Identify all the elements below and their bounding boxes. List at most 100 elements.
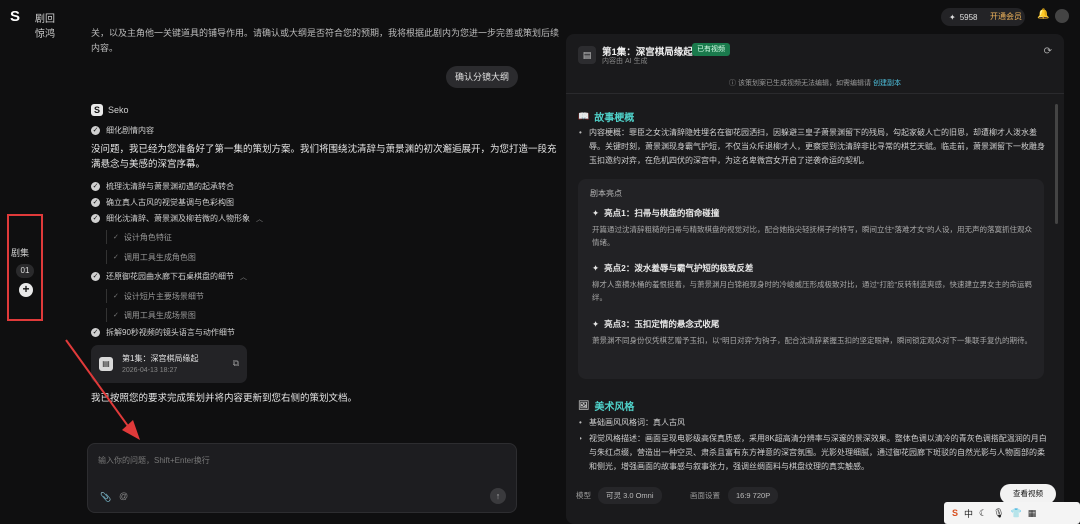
chat-column: 关，以及主角他一关键道具的铺导作用。请确认或大纲是否符合您的预期，我将根据此剧内… [56,0,560,524]
ime-indicator[interactable]: 中 [964,507,973,520]
check-icon: ✓ [91,182,100,191]
story-section-title: 📖 故事梗概 [578,109,634,124]
spark-icon: ✦ [949,12,956,22]
highlight-title: ✦ 亮点3：玉扣定情的悬念式收尾 [592,318,719,330]
avatar[interactable] [1055,9,1069,23]
step-label: 还原御花园曲水廊下石桌棋盘的细节 [106,272,234,281]
app-tray-icon[interactable]: S [952,508,958,518]
episodes-label: 剧集 [11,248,30,258]
book-icon: 📖 [578,111,590,121]
scrollbar[interactable] [1055,104,1058,224]
art-section-title: 🖼 美术风格 [578,398,634,413]
refresh-icon[interactable]: ⟳ [1044,46,1052,57]
assistant-name: Seko [108,105,129,115]
document-card-date: 2026-04-13 18:27 [122,367,178,374]
create-copy-link[interactable]: 创建副本 [873,80,901,87]
settings-select[interactable]: 16:9 720P [728,487,779,504]
notice-text: 该策划案已生成视频无法编辑，如需编辑请 [738,80,871,87]
document-card-title: 第1集：深宫棋局缘起 [122,354,199,363]
step-label: 拆解90秒视频的镜头语言与动作细节 [106,328,235,337]
check-icon: ✓ [91,328,100,337]
shirt-icon[interactable]: 👕 [1011,508,1022,519]
highlight-desc: 萧景渊不同身份仅凭棋艺赠予玉扣，以“明日对弈”为钩子，配合沈清辞紧握玉扣的坚定眼… [592,336,1032,345]
attach-icon[interactable]: 📎 [100,492,111,503]
document-icon: ▤ [578,46,596,64]
seko-logo-icon: S [91,104,103,116]
app-root: S 剧回惊鸿 剧集 01 + ✦ 5958 开通会员 🔔 关，以及主角他一关键道… [0,0,1080,524]
step-label: 梳理沈清辞与萧景渊初遇的起承转合 [106,182,234,191]
check-icon: ✓ [91,126,100,135]
chat-input-box: 📎 @ ↑ [87,443,517,513]
substep-label: 调用工具生成场景图 [123,310,196,320]
chevron-up-icon[interactable]: ︿ [256,214,263,224]
section-label: 故事梗概 [594,113,635,124]
step-item: ✓ 确立真人古风的视觉基调与色彩构图 [91,197,234,208]
mic-icon[interactable]: 🎙 [993,508,1004,519]
art-bullet: 基础画风风格词：真人古风 [579,416,1050,430]
mention-icon[interactable]: @ [119,491,128,501]
sparkle-icon: ✦ [592,207,600,218]
video-status-badge: 已有视频 [692,43,730,56]
step-label: 确立真人古风的视觉基调与色彩构图 [106,198,234,207]
highlight-title-text: 亮点3：玉扣定情的悬念式收尾 [604,319,720,329]
step-item: ✓ 梳理沈清辞与萧景渊初遇的起承转合 [91,181,234,192]
highlight-title: ✦ 亮点2：泼水羞辱与霸气护短的极致反差 [592,262,753,274]
chat-previous-text: 关，以及主角他一关键道具的铺导作用。请确认或大纲是否符合您的预期，我将根据此剧内… [91,28,560,53]
copy-icon[interactable]: ⧉ [233,358,239,369]
substep-label: 调用工具生成角色图 [123,252,196,262]
member-button[interactable]: 开通会员 [990,11,1022,22]
script-highlights-box: 剧本亮点 ✦ 亮点1：扫帚与棋盘的宿命碰撞 开篇通过沈清辞粗糙的扫帚与精致棋盘的… [578,179,1044,379]
highlights-heading: 剧本亮点 [590,189,622,198]
model-select[interactable]: 可灵 3.0 Omni [598,487,662,504]
panel-subtitle: 内容由 AI 生成 [602,58,648,65]
highlight-title-text: 亮点2：泼水羞辱与霸气护短的极致反差 [604,263,754,273]
substep-item: ✓ 调用工具生成场景图 [106,308,196,322]
step-label: 细化剧情内容 [106,126,154,135]
user-message: 确认分镜大纲 [446,66,518,88]
send-button[interactable]: ↑ [490,488,506,504]
highlight-title: ✦ 亮点1：扫帚与棋盘的宿命碰撞 [592,207,719,219]
chevron-up-icon[interactable]: ︿ [240,272,247,282]
bell-icon[interactable]: 🔔 [1037,9,1049,20]
highlight-title-text: 亮点1：扫帚与棋盘的宿命碰撞 [604,208,720,218]
sparkle-icon: ✦ [592,262,600,273]
palette-icon: 🖼 [578,400,590,410]
view-video-button[interactable]: 查看视频 [1000,484,1056,504]
step-item: ✓ 拆解90秒视频的镜头语言与动作细节 [91,327,235,338]
highlight-desc: 开篇通过沈清辞粗糙的扫帚与精致棋盘的视觉对比，配合她指尖轻抚棋子的特写，瞬间立住… [592,225,1032,247]
moon-icon[interactable]: ☾ [979,508,987,519]
document-icon: ▤ [99,357,113,371]
substep-item: ✓ 调用工具生成角色图 [106,250,196,264]
check-icon: ✓ [91,198,100,207]
settings-label: 画面设置 [690,491,720,500]
grid-icon[interactable]: ▦ [1028,508,1037,519]
document-panel: ▤ 第1集：深宫棋局缘起 已有视频 内容由 AI 生成 ⟳ ⓘ 该策划案已生成视… [566,34,1064,524]
credits-value: 5958 [959,12,978,22]
step-item: ✓ 细化剧情内容 [91,125,154,136]
check-icon: ✓ [91,214,100,223]
sidebar: S 剧回惊鸿 剧集 01 + [0,0,56,524]
highlight-desc: 柳才人蛮横水桶的羞恨挺着，与萧景渊月白锦袍现身时的冷峻威压形成极致对比，通过“打… [592,280,1032,302]
substep-item: ✓ 设计短片主要场景细节 [106,289,204,303]
story-summary-text: 内容梗概：罪臣之女沈清辞隐姓埋名在御花园洒扫，因躲避三皇子萧景渊留下的残局，勾起… [589,128,1045,165]
sparkle-icon: ✦ [592,318,600,329]
model-label: 模型 [576,491,591,500]
tick-icon: ✓ [113,293,119,300]
divider [566,93,1064,94]
story-summary: 内容梗概：罪臣之女沈清辞隐姓埋名在御花园洒扫，因躲避三皇子萧景渊留下的残局，勾起… [579,126,1050,168]
check-icon: ✓ [91,272,100,281]
step-item-expandable[interactable]: ✓ 还原御花园曲水廊下石桌棋盘的细节 ︿ [91,271,247,282]
step-label: 细化沈清辞、萧景渊及柳若微的人物形象 [106,214,250,223]
assistant-paragraph: 没问题，我已经为您准备好了第一集的策划方案。我们将围绕沈清辞与萧景渊的初次邂逅展… [91,144,557,170]
document-card[interactable]: ▤ 第1集：深宫棋局缘起 2026-04-13 18:27 ⧉ [91,345,247,383]
edit-notice: ⓘ 该策划案已生成视频无法编辑，如需编辑请 创建副本 [566,78,1064,88]
add-episode-icon[interactable]: + [19,283,33,297]
episode-tab-01[interactable]: 01 [16,264,34,278]
chat-input[interactable] [98,452,498,468]
substep-item: ✓ 设计角色特征 [106,230,172,244]
art-bullet-text: 视觉风格描述：画面呈现电影级高保真质感，采用8K超高清分辨率与深邃的景深效果。整… [589,434,1047,471]
notice-icon: ⓘ [729,80,738,87]
substep-label: 设计短片主要场景细节 [123,291,204,301]
step-item-expandable[interactable]: ✓ 细化沈清辞、萧景渊及柳若微的人物形象 ︿ [91,213,263,224]
assistant-header: S Seko [91,104,129,116]
